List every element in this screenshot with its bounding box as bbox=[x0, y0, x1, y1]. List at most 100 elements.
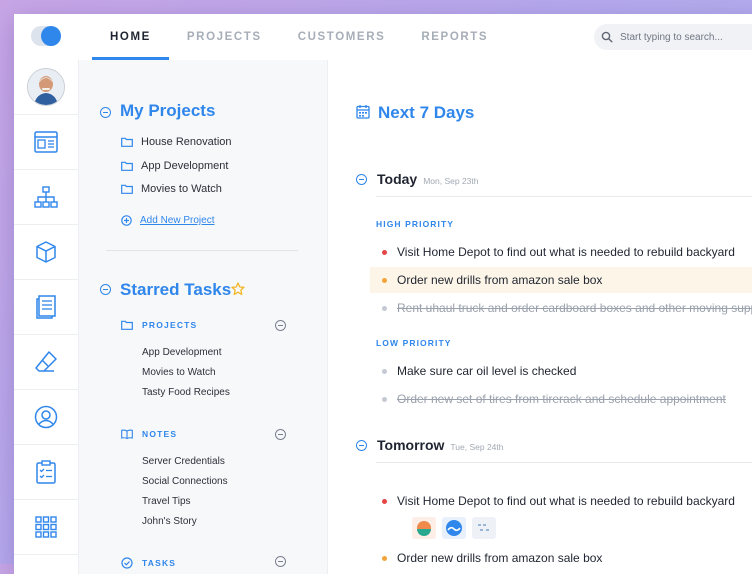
sidebar-panel: My Projects House Renovation App Develop… bbox=[79, 60, 328, 574]
priority-dot bbox=[382, 498, 387, 504]
dashboard-icon bbox=[34, 131, 58, 153]
task-row[interactable]: Make sure car oil level is checked bbox=[370, 358, 752, 384]
clipboard-icon bbox=[36, 460, 56, 484]
task-text: Order new set of tires from tirerack and… bbox=[397, 392, 726, 406]
folder-icon bbox=[121, 161, 133, 171]
folder-icon bbox=[121, 320, 133, 330]
sunset-image-icon bbox=[417, 521, 431, 536]
starred-group-tasks[interactable]: TASKS bbox=[121, 557, 176, 569]
priority-dot bbox=[382, 555, 387, 561]
group-label: TASKS bbox=[142, 558, 177, 568]
project-item-movies[interactable]: Movies to Watch bbox=[121, 183, 222, 195]
priority-dot bbox=[382, 396, 387, 402]
day-heading-tomorrow: Tomorrow Tue, Sep 24th bbox=[377, 437, 504, 453]
document-icon bbox=[36, 295, 56, 319]
search-icon bbox=[594, 31, 620, 43]
rail-profile[interactable] bbox=[14, 390, 78, 445]
tab-projects[interactable]: PROJECTS bbox=[169, 14, 280, 60]
add-project-link[interactable]: Add New Project bbox=[121, 215, 214, 226]
rail-documents[interactable] bbox=[14, 280, 78, 335]
rail-eraser[interactable] bbox=[14, 335, 78, 390]
user-circle-icon bbox=[34, 405, 58, 429]
day-name: Tomorrow bbox=[377, 437, 445, 453]
project-label: House Renovation bbox=[141, 136, 232, 148]
attachment-thumb[interactable] bbox=[412, 517, 436, 539]
starred-item[interactable]: John's Story bbox=[142, 516, 197, 527]
main-content: Next 7 Days Today Mon, Sep 23th HIGH PRIO… bbox=[328, 60, 752, 574]
group-label: NOTES bbox=[142, 429, 178, 439]
task-text: Rent uhaul truck and order cardboard box… bbox=[397, 301, 752, 315]
priority-dot bbox=[382, 277, 387, 283]
task-row[interactable]: Order new drills from amazon sale box bbox=[370, 545, 752, 571]
rail-sitemap[interactable] bbox=[14, 170, 78, 225]
task-row-completed[interactable]: Order new set of tires from tirerack and… bbox=[370, 386, 752, 412]
starred-item[interactable]: Tasty Food Recipes bbox=[142, 387, 230, 398]
starred-tasks-title: Starred Tasks bbox=[120, 280, 232, 299]
folder-icon bbox=[121, 137, 133, 147]
collapse-my-projects-icon[interactable] bbox=[100, 107, 111, 118]
task-attachments bbox=[412, 517, 496, 539]
task-text: Visit Home Depot to find out what is nee… bbox=[397, 494, 735, 508]
my-projects-title: My Projects bbox=[120, 101, 216, 120]
starred-group-projects[interactable]: PROJECTS bbox=[121, 320, 197, 330]
day-date: Mon, Sep 23th bbox=[423, 176, 479, 186]
day-divider bbox=[376, 462, 752, 463]
plus-circle-icon bbox=[121, 215, 132, 226]
box-icon bbox=[36, 241, 56, 263]
calendar-icon bbox=[356, 105, 370, 119]
task-text: Order new drills from amazon sale box bbox=[397, 551, 603, 565]
rail-box[interactable] bbox=[14, 225, 78, 280]
starred-item[interactable]: Travel Tips bbox=[142, 496, 191, 507]
attachment-thumb[interactable] bbox=[472, 517, 496, 539]
app-window: HOME PROJECTS CUSTOMERS REPORTS Start ty… bbox=[14, 14, 752, 574]
search-box[interactable] bbox=[594, 24, 752, 50]
rail-clipboard[interactable] bbox=[14, 445, 78, 500]
starred-item[interactable]: App Development bbox=[142, 347, 222, 358]
main-tabs: HOME PROJECTS CUSTOMERS REPORTS bbox=[92, 14, 506, 60]
day-heading-today: Today Mon, Sep 23th bbox=[377, 171, 479, 187]
grid-icon bbox=[35, 516, 57, 538]
project-item-app[interactable]: App Development bbox=[121, 160, 228, 172]
task-row[interactable]: Order new drills from amazon sale box bbox=[370, 267, 752, 293]
rail-grid[interactable] bbox=[14, 500, 78, 555]
collapse-group-icon[interactable] bbox=[275, 320, 286, 331]
check-circle-icon bbox=[121, 557, 133, 569]
collapse-group-icon[interactable] bbox=[275, 556, 286, 567]
starred-group-notes[interactable]: NOTES bbox=[121, 429, 177, 439]
tab-home[interactable]: HOME bbox=[92, 14, 169, 60]
tab-customers[interactable]: CUSTOMERS bbox=[280, 14, 404, 60]
task-row[interactable]: Visit Home Depot to find out what is nee… bbox=[370, 488, 752, 514]
avatar[interactable] bbox=[27, 68, 65, 106]
project-label: Movies to Watch bbox=[141, 183, 222, 195]
toggle-knob bbox=[41, 26, 61, 46]
rail-avatar-cell[interactable] bbox=[14, 60, 78, 115]
eraser-icon bbox=[35, 351, 57, 372]
task-row-completed[interactable]: Rent uhaul truck and order cardboard box… bbox=[370, 295, 752, 321]
attachment-thumb[interactable] bbox=[442, 517, 466, 539]
collapse-today-icon[interactable] bbox=[356, 174, 367, 185]
starred-item[interactable]: Movies to Watch bbox=[142, 367, 216, 378]
tab-reports[interactable]: REPORTS bbox=[403, 14, 506, 60]
top-bar: HOME PROJECTS CUSTOMERS REPORTS bbox=[14, 14, 752, 61]
task-text: Make sure car oil level is checked bbox=[397, 364, 577, 378]
rail-dashboard[interactable] bbox=[14, 115, 78, 170]
priority-dot bbox=[382, 305, 387, 311]
day-date: Tue, Sep 24th bbox=[450, 442, 504, 452]
starred-item[interactable]: Server Credentials bbox=[142, 456, 225, 467]
collapse-group-icon[interactable] bbox=[275, 429, 286, 440]
collapse-tomorrow-icon[interactable] bbox=[356, 440, 367, 451]
low-priority-label: LOW PRIORITY bbox=[376, 338, 452, 348]
add-project-label: Add New Project bbox=[140, 215, 215, 226]
task-row[interactable]: Visit Home Depot to find out what is nee… bbox=[370, 239, 752, 265]
high-priority-label: HIGH PRIORITY bbox=[376, 219, 455, 229]
ocean-image-icon bbox=[446, 520, 462, 536]
search-input[interactable] bbox=[620, 31, 750, 43]
project-item-house[interactable]: House Renovation bbox=[121, 136, 232, 148]
starred-item[interactable]: Social Connections bbox=[142, 476, 228, 487]
star-icon bbox=[231, 282, 245, 296]
theme-toggle[interactable] bbox=[31, 26, 61, 46]
document-preview-icon bbox=[478, 524, 489, 531]
priority-dot bbox=[382, 368, 387, 374]
collapse-starred-icon[interactable] bbox=[100, 284, 111, 295]
project-label: App Development bbox=[141, 160, 229, 172]
